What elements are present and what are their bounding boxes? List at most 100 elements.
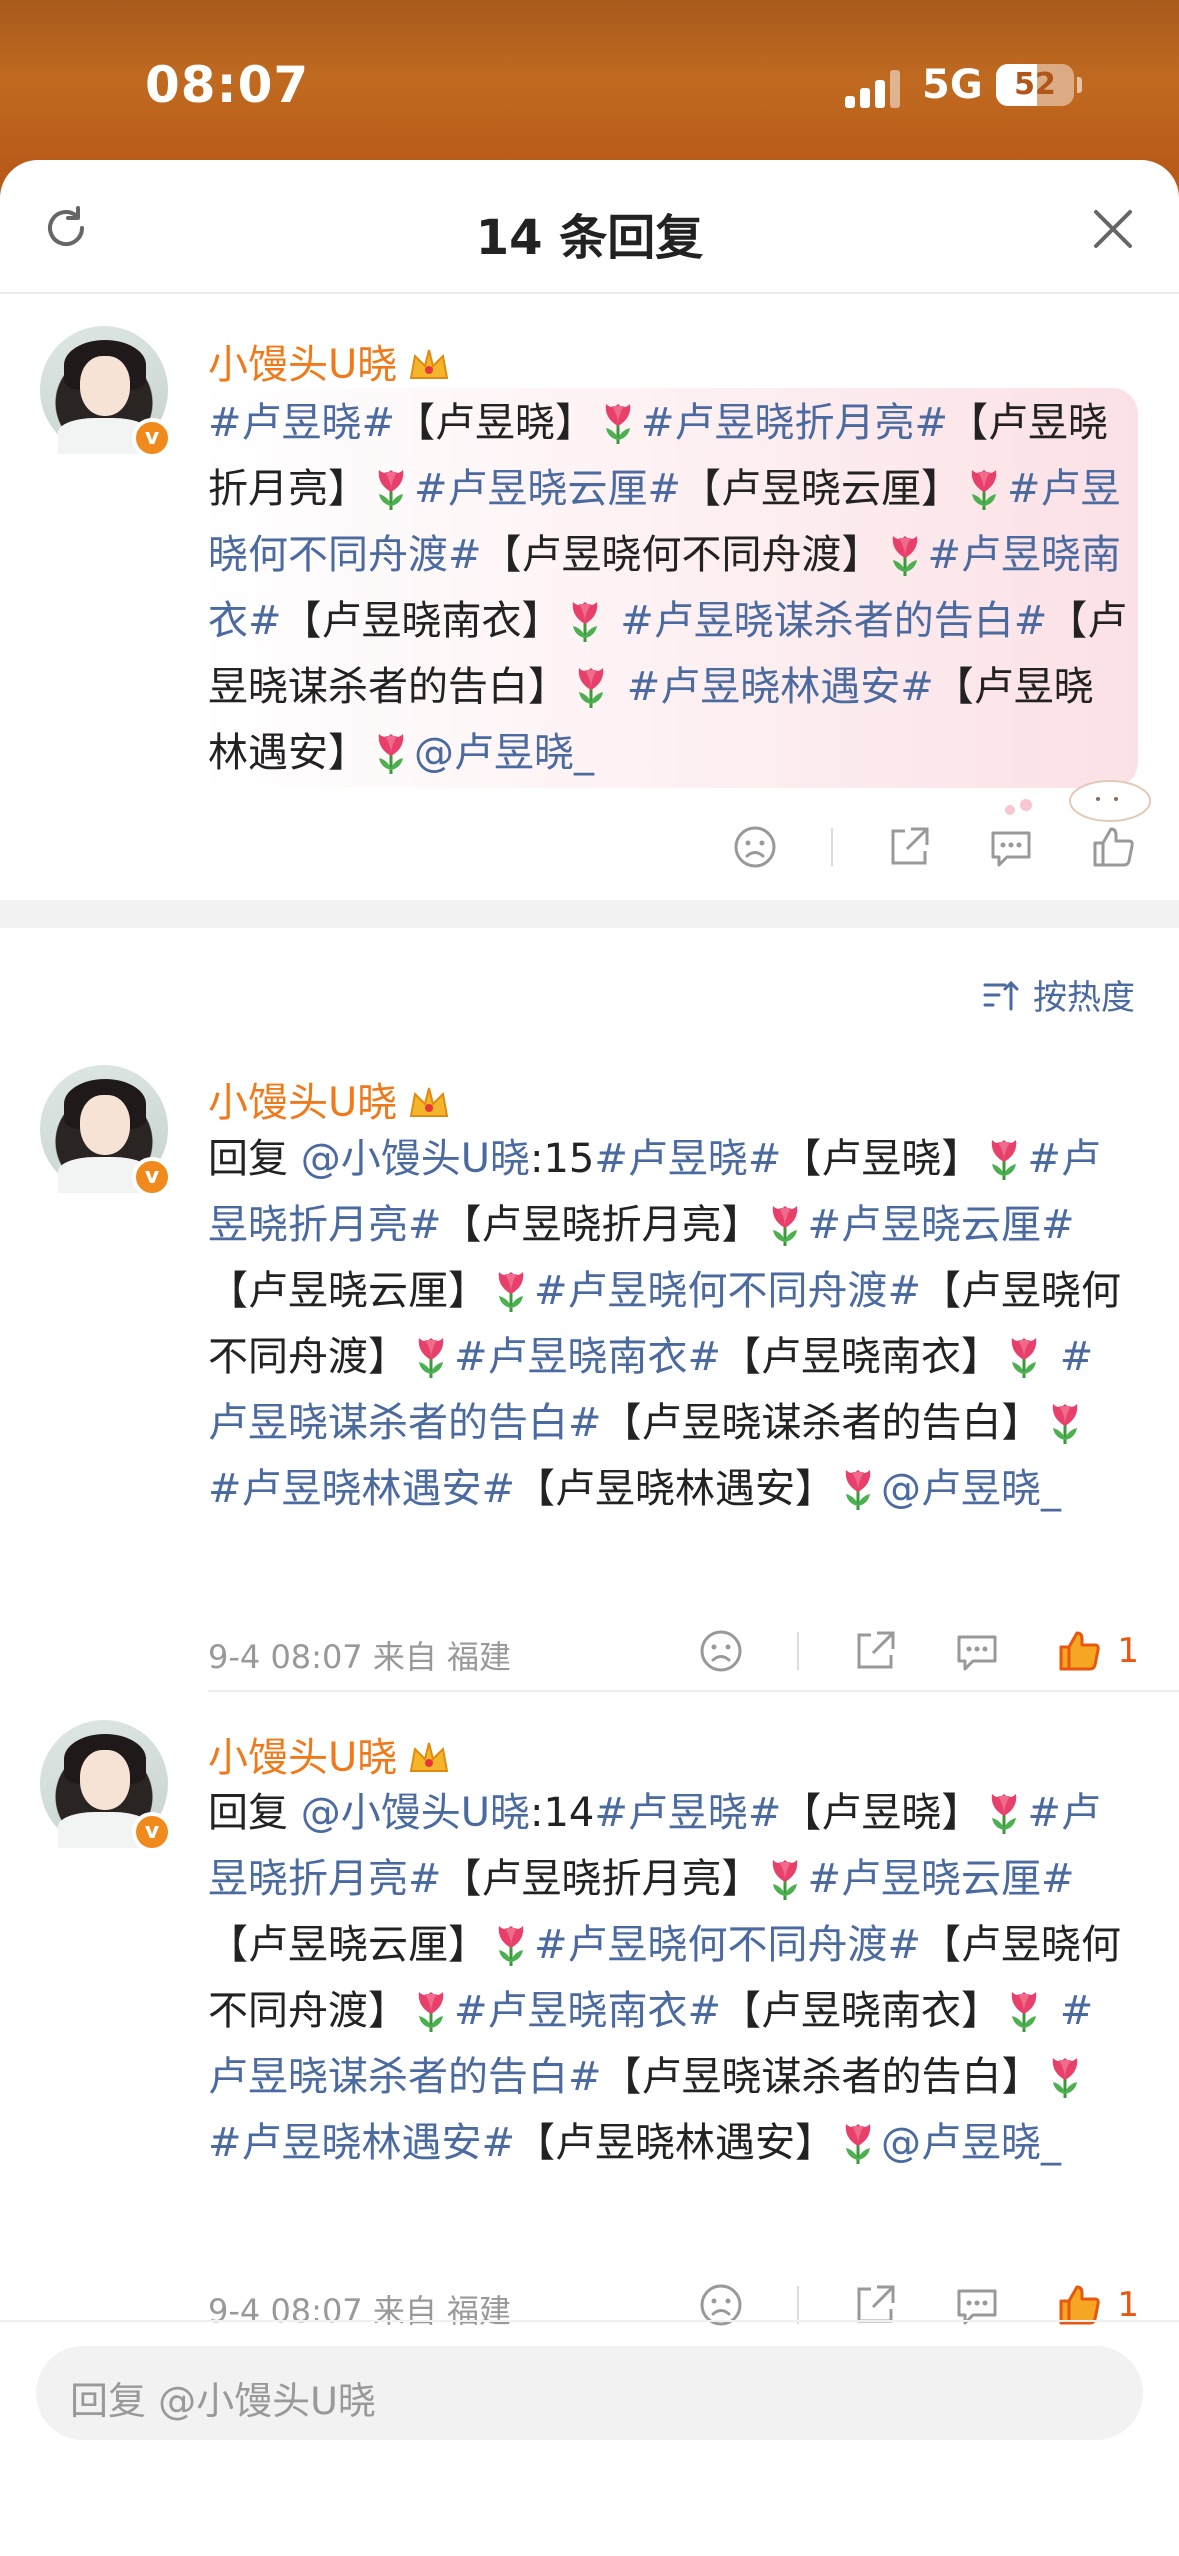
tulip-icon <box>772 1860 797 1900</box>
input-top-border <box>0 2320 1179 2322</box>
battery-nub <box>1077 77 1082 93</box>
hashtag-link[interactable]: #卢昱晓# <box>594 1790 781 1836</box>
username[interactable]: 小馒头ᑌ晓 <box>208 1070 451 1128</box>
hashtag-link[interactable]: #卢昱晓林遇安# <box>614 664 934 710</box>
tulip-icon <box>1052 2058 1077 2098</box>
verified-badge: v <box>132 1812 172 1852</box>
mention-link[interactable]: @卢昱晓_ <box>881 2120 1061 2166</box>
comment-icon[interactable] <box>985 821 1037 873</box>
comment-text: 【卢昱晓南衣】 <box>281 598 562 644</box>
tulip-icon <box>1011 1992 1037 2032</box>
comment-text: 【卢昱晓云厘】 <box>681 466 962 512</box>
hashtag-link[interactable]: #卢昱晓何不同舟渡# <box>534 1268 921 1314</box>
reply-actions: 1 <box>645 1626 1139 1676</box>
like-count: 1 <box>1117 1631 1139 1671</box>
tulip-icon <box>418 1338 444 1378</box>
reply-divider <box>208 1690 1179 1692</box>
like-icon[interactable] <box>1053 1625 1105 1677</box>
hashtag-link[interactable]: #卢昱晓# <box>594 1136 781 1182</box>
comment-text: 【卢昱晓谋杀者的告白】 <box>601 2054 1042 2100</box>
comment-text: 【卢昱晓折月亮】 <box>441 1202 762 1248</box>
avatar[interactable]: v <box>40 326 172 458</box>
reply-input-placeholder: 回复 @小馒头ᑌ晓 <box>70 2379 376 2423</box>
reply-meta: 9-4 08:07 来自 福建 <box>208 2292 512 2330</box>
tulip-icon <box>845 2124 871 2164</box>
reply-input[interactable]: 回复 @小馒头ᑌ晓 <box>36 2346 1143 2440</box>
share-icon[interactable] <box>849 2279 901 2331</box>
crown-icon <box>410 1742 449 1772</box>
username[interactable]: 小馒头ᑌ晓 <box>208 1725 451 1783</box>
hashtag-link[interactable]: #卢昱晓云厘# <box>808 1856 1075 1902</box>
tulip-icon <box>845 1470 871 1510</box>
crown-icon <box>410 349 449 379</box>
tulip-icon <box>971 470 997 510</box>
hashtag-link[interactable]: #卢昱晓何不同舟渡# <box>534 1922 921 1968</box>
comment-text: 【卢昱晓】 <box>781 1790 982 1836</box>
reply-number: :14 <box>530 1790 595 1836</box>
comment-icon[interactable] <box>951 2279 1003 2331</box>
mention-link[interactable]: @卢昱晓_ <box>881 1466 1061 1512</box>
verified-badge: v <box>132 1157 172 1197</box>
comment-text: 【卢昱晓何不同舟渡】 <box>481 532 882 578</box>
hashtag-link[interactable]: #卢昱晓林遇安# <box>208 1466 515 1512</box>
tulip-icon <box>418 1992 444 2032</box>
tulip-icon <box>1011 1338 1037 1378</box>
hashtag-link[interactable]: #卢昱晓折月亮# <box>641 400 948 446</box>
sort-icon <box>983 980 1019 1010</box>
like-icon[interactable] <box>1053 2279 1105 2331</box>
like-count: 1 <box>1117 2285 1139 2325</box>
hashtag-link[interactable]: #卢昱晓谋杀者的告白# <box>608 598 1047 644</box>
action-divider <box>797 2286 800 2324</box>
network-label: 5G <box>922 62 983 108</box>
reply-meta: 9-4 08:07 来自 福建 <box>208 1638 512 1676</box>
hashtag-link[interactable]: #卢昱晓云厘# <box>414 466 681 512</box>
reply-target-link[interactable]: @小馒头ᑌ晓 <box>301 1136 530 1182</box>
signal-icon <box>845 70 905 108</box>
avatar[interactable]: v <box>40 1065 172 1197</box>
share-icon[interactable] <box>883 821 935 873</box>
section-separator <box>0 900 1179 928</box>
avatar[interactable]: v <box>40 1720 172 1852</box>
reply-item: v 小馒头ᑌ晓 回复 @小馒头ᑌ晓:14#卢昱晓#【卢昱晓】 #卢昱晓折月亮#【卢… <box>0 160 1179 2330</box>
share-icon[interactable] <box>849 1625 901 1677</box>
battery-level: 52 <box>1014 67 1056 102</box>
reply-body: 回复 @小馒头ᑌ晓:15#卢昱晓#【卢昱晓】 #卢昱晓折月亮#【卢昱晓折月亮】 #卢… <box>208 1126 1128 1522</box>
dislike-icon[interactable] <box>695 2279 747 2331</box>
dislike-icon[interactable] <box>729 821 781 873</box>
tulip-icon <box>992 1794 1017 1834</box>
like-icon[interactable] <box>1087 821 1139 873</box>
action-divider <box>797 1632 800 1670</box>
tulip-icon <box>498 1272 524 1312</box>
tulip-icon <box>772 1206 797 1246</box>
mention-link[interactable]: @卢昱晓_ <box>414 730 594 776</box>
reply-number: :15 <box>530 1136 595 1182</box>
tulip-icon <box>378 734 404 774</box>
hashtag-link[interactable]: #卢昱晓林遇安# <box>208 2120 515 2166</box>
sort-label: 按热度 <box>1033 978 1135 1018</box>
tulip-icon <box>1052 1404 1077 1444</box>
comment-text: 【卢昱晓】 <box>395 400 596 446</box>
reply-target-link[interactable]: @小馒头ᑌ晓 <box>301 1790 530 1836</box>
dislike-icon[interactable] <box>695 1625 747 1677</box>
hashtag-link[interactable]: #卢昱晓# <box>208 400 395 446</box>
tulip-icon <box>892 536 917 576</box>
comment-text: 【卢昱晓林遇安】 <box>515 1466 836 1512</box>
reply-prefix: 回复 <box>208 1790 301 1836</box>
hashtag-link[interactable]: #卢昱晓云厘# <box>808 1202 1075 1248</box>
hashtag-link[interactable]: #卢昱晓南衣# <box>454 1988 721 2034</box>
status-time: 08:07 <box>145 56 310 114</box>
tulip-icon <box>498 1926 524 1966</box>
username[interactable]: 小馒头ᑌ晓 <box>208 332 451 390</box>
tulip-icon <box>605 404 631 444</box>
tulip-icon <box>578 668 604 708</box>
comment-text: 【卢昱晓林遇安】 <box>515 2120 836 2166</box>
comment-icon[interactable] <box>951 1625 1003 1677</box>
tulip-icon <box>378 470 404 510</box>
hashtag-link[interactable]: #卢昱晓南衣# <box>454 1334 721 1380</box>
tulip-icon <box>992 1140 1017 1180</box>
reply-prefix: 回复 <box>208 1136 301 1182</box>
comment-text: 【卢昱晓云厘】 <box>208 1922 488 1968</box>
sort-button[interactable]: 按热度 <box>981 970 1135 1019</box>
comment-text: 【卢昱晓谋杀者的告白】 <box>601 1400 1042 1446</box>
replies-sheet: 14 条回复 v 小馒头ᑌ晓 #卢昱晓#【卢昱晓】 #卢昱晓折月亮#【卢昱晓折月亮… <box>0 160 1179 2556</box>
